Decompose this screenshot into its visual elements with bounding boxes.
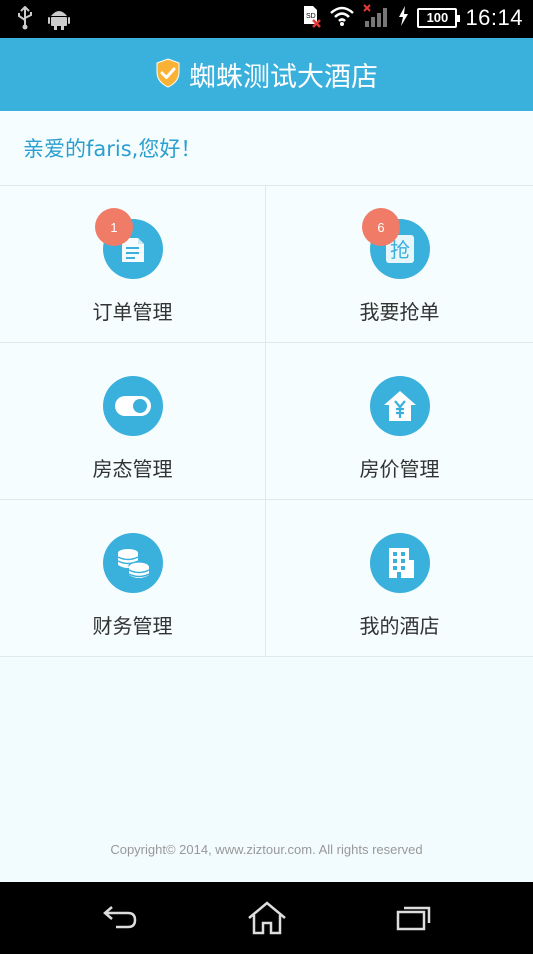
house-price-icon bbox=[369, 376, 430, 436]
menu-item-label: 我的酒店 bbox=[359, 614, 440, 638]
recent-apps-button[interactable] bbox=[390, 898, 438, 938]
android-icon bbox=[48, 6, 70, 34]
menu-item-finance[interactable]: 财务管理 bbox=[0, 500, 266, 657]
clock: 16:14 bbox=[465, 5, 523, 30]
toggle-icon bbox=[102, 376, 163, 436]
menu-item-room-status[interactable]: 房态管理 bbox=[0, 343, 266, 500]
greeting-text: 亲爱的faris,您好！ bbox=[0, 111, 533, 186]
coins-icon bbox=[102, 533, 163, 593]
menu-grid: 1 订单管理 抢 6 我要抢单 房态管理 房价管理 财务管理 我的酒店 bbox=[0, 186, 533, 657]
copyright-text: Copyright© 2014, www.ziztour.com. All ri… bbox=[110, 842, 423, 857]
grab-count-badge: 6 bbox=[362, 208, 400, 246]
sd-card-error-icon: SD bbox=[301, 4, 322, 32]
menu-item-label: 房价管理 bbox=[359, 457, 440, 481]
menu-item-my-hotel[interactable]: 我的酒店 bbox=[266, 500, 533, 657]
menu-item-label: 订单管理 bbox=[92, 300, 173, 324]
battery-level: 100 bbox=[417, 8, 461, 28]
home-icon bbox=[248, 901, 286, 935]
menu-item-label: 财务管理 bbox=[92, 614, 173, 638]
menu-item-label: 房态管理 bbox=[92, 457, 173, 481]
usb-icon bbox=[16, 5, 34, 34]
page-title: 蜘蛛测试大酒店 bbox=[189, 62, 378, 93]
main-content: 亲爱的faris,您好！ 1 订单管理 抢 6 我要抢单 房态管理 房价管理 财… bbox=[0, 111, 533, 882]
menu-item-grab-order[interactable]: 抢 6 我要抢单 bbox=[266, 186, 533, 343]
menu-item-room-price[interactable]: 房价管理 bbox=[266, 343, 533, 500]
status-bar: SD 100 16:14 bbox=[0, 0, 533, 38]
recent-apps-icon bbox=[396, 906, 431, 931]
menu-item-label: 我要抢单 bbox=[359, 300, 440, 324]
shield-check-icon bbox=[155, 57, 181, 92]
order-count-badge: 1 bbox=[95, 208, 133, 246]
back-button[interactable] bbox=[96, 898, 144, 938]
app-header: 蜘蛛测试大酒店 bbox=[0, 38, 533, 111]
wifi-icon bbox=[329, 5, 355, 31]
charging-icon bbox=[397, 5, 409, 31]
svg-text:SD: SD bbox=[306, 13, 316, 20]
navigation-bar bbox=[0, 882, 533, 954]
building-icon bbox=[369, 533, 430, 593]
back-icon bbox=[103, 906, 137, 929]
home-button[interactable] bbox=[243, 898, 291, 938]
signal-icon bbox=[363, 4, 389, 32]
menu-item-order-management[interactable]: 1 订单管理 bbox=[0, 186, 266, 343]
